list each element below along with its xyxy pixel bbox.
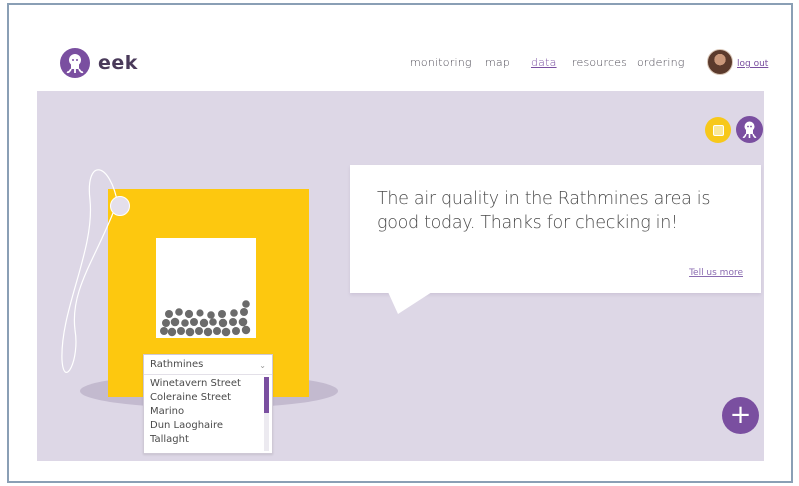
nav-map[interactable]: map xyxy=(485,56,510,69)
tag-hole xyxy=(110,196,130,216)
sticky-note-icon xyxy=(712,124,724,136)
location-option[interactable]: Winetavern Street xyxy=(150,377,262,391)
message-bubble: The air quality in the Rathmines area is… xyxy=(350,165,761,293)
location-option[interactable]: Dun Laoghaire xyxy=(150,419,262,433)
location-select-value: Rathmines xyxy=(150,359,204,370)
particles-graphic xyxy=(160,300,251,337)
location-select[interactable]: Rathmines ⌄ Winetavern Street Coleraine … xyxy=(143,354,273,454)
nav-monitoring[interactable]: monitoring xyxy=(410,56,472,69)
bubble-tail xyxy=(388,292,432,314)
sticky-note-button[interactable] xyxy=(705,117,731,143)
tag-string xyxy=(61,169,119,374)
octopus-icon xyxy=(742,121,757,138)
location-option[interactable]: Marino xyxy=(150,405,262,419)
location-options: Winetavern Street Coleraine Street Marin… xyxy=(150,377,262,447)
dropdown-divider xyxy=(144,374,272,375)
add-button[interactable]: + xyxy=(722,397,759,434)
mascot-button[interactable] xyxy=(736,116,763,143)
particle-jar xyxy=(156,238,256,338)
chevron-down-icon[interactable]: ⌄ xyxy=(259,361,266,370)
air-quality-message: The air quality in the Rathmines area is… xyxy=(377,189,711,233)
location-option[interactable]: Tallaght xyxy=(150,433,262,447)
nav-resources[interactable]: resources xyxy=(572,56,627,69)
user-avatar[interactable] xyxy=(707,49,733,75)
nav-data[interactable]: data xyxy=(531,56,557,69)
logout-link[interactable]: log out xyxy=(737,59,768,69)
nav-ordering[interactable]: ordering xyxy=(637,56,685,69)
dropdown-scrollbar-thumb[interactable] xyxy=(264,377,269,413)
main-nav: monitoring map data resources ordering xyxy=(0,56,799,70)
tell-us-more-link[interactable]: Tell us more xyxy=(689,268,743,278)
location-option[interactable]: Coleraine Street xyxy=(150,391,262,405)
